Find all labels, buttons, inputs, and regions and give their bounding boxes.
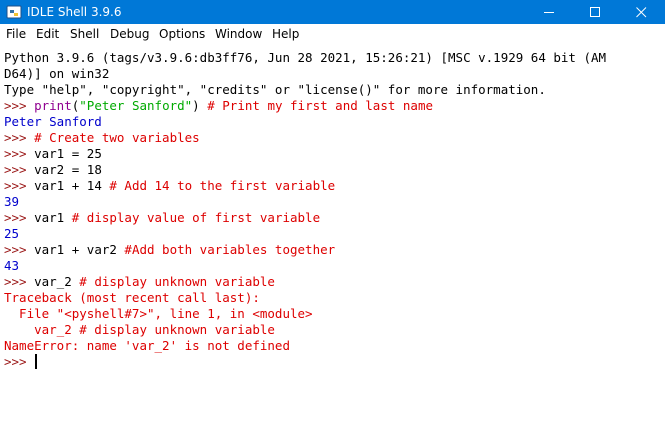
minimize-icon (544, 12, 554, 13)
builtin-name: print (34, 98, 72, 113)
traceback-line: Traceback (most recent call last): (4, 290, 260, 305)
prompt: >>> (4, 354, 35, 369)
comment-text: #Add both variables together (124, 242, 336, 257)
prompt: >>> (4, 162, 35, 177)
comment-text: # Print my first and last name (207, 98, 434, 113)
output-line: 25 (4, 226, 20, 241)
menu-bar: File Edit Shell Debug Options Window Hel… (0, 24, 665, 44)
prompt: >>> (4, 146, 35, 161)
banner-line: Type "help", "copyright", "credits" or "… (4, 82, 546, 97)
prompt: >>> (4, 210, 35, 225)
input-line: >>> # Create two variables (4, 130, 200, 146)
close-icon (636, 7, 647, 18)
code-text: var2 = 18 (34, 162, 102, 177)
close-button[interactable] (619, 0, 665, 24)
output-line: 43 (4, 258, 20, 273)
menu-help[interactable]: Help (272, 27, 299, 42)
input-line: >>> var_2 # display unknown variable (4, 274, 275, 290)
menu-window[interactable]: Window (215, 27, 262, 42)
input-line: >>> var1 = 25 (4, 146, 102, 162)
menu-file[interactable]: File (6, 27, 26, 42)
banner-line: D64)] on win32 (4, 66, 110, 81)
input-line: >>> var1 + var2 #Add both variables toge… (4, 242, 335, 258)
string-literal: "Peter Sanford" (79, 98, 193, 113)
traceback-line: File "<pyshell#7>", line 1, in <module> (4, 306, 313, 321)
error-message: NameError: name 'var_2' is not defined (4, 338, 290, 353)
comment-text: # Add 14 to the first variable (109, 178, 336, 193)
maximize-button[interactable] (573, 0, 619, 24)
menu-edit[interactable]: Edit (36, 27, 59, 42)
output-line: Peter Sanford (4, 114, 102, 129)
python-idle-icon (6, 5, 22, 19)
comment-text: # display value of first variable (71, 210, 321, 225)
prompt: >>> (4, 242, 35, 257)
menu-shell[interactable]: Shell (70, 27, 99, 42)
code-text: var1 + 14 (34, 178, 110, 193)
active-input-line[interactable]: >>> (4, 354, 38, 370)
input-line: >>> print("Peter Sanford") # Print my fi… (4, 98, 433, 114)
window-title: IDLE Shell 3.9.6 (27, 5, 122, 19)
minimize-button[interactable] (527, 0, 573, 24)
output-line: 39 (4, 194, 20, 209)
input-line: >>> var1 + 14 # Add 14 to the first vari… (4, 178, 335, 194)
input-line: >>> var1 # display value of first variab… (4, 210, 320, 226)
maximize-icon (590, 7, 600, 17)
text-cursor (35, 354, 38, 369)
menu-debug[interactable]: Debug (110, 27, 149, 42)
code-text: var1 (34, 210, 72, 225)
shell-text-area[interactable]: Python 3.9.6 (tags/v3.9.6:db3ff76, Jun 2… (0, 48, 665, 427)
menu-options[interactable]: Options (159, 27, 205, 42)
traceback-line: var_2 # display unknown variable (4, 322, 275, 337)
prompt: >>> (4, 130, 35, 145)
prompt: >>> (4, 178, 35, 193)
banner-line: Python 3.9.6 (tags/v3.9.6:db3ff76, Jun 2… (4, 50, 607, 65)
code-text: ) (192, 98, 208, 113)
comment-text: # Create two variables (34, 130, 200, 145)
code-text: var1 = 25 (34, 146, 102, 161)
code-text: var1 + var2 (34, 242, 125, 257)
prompt: >>> (4, 98, 35, 113)
code-text: var_2 (34, 274, 80, 289)
title-bar[interactable]: IDLE Shell 3.9.6 (0, 0, 665, 24)
comment-text: # display unknown variable (79, 274, 275, 289)
prompt: >>> (4, 274, 35, 289)
input-line: >>> var2 = 18 (4, 162, 102, 178)
